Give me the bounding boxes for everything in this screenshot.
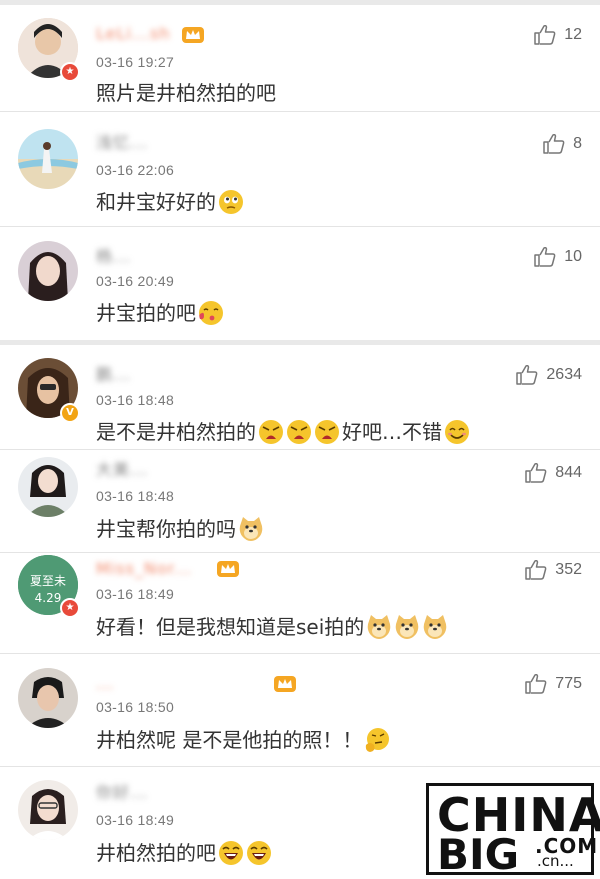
avatar[interactable]: [18, 780, 78, 840]
user-name[interactable]: 浅忆...: [96, 133, 148, 153]
doge-emoji-icon: [395, 615, 419, 639]
comment-time: 03-16 18:48: [96, 392, 175, 408]
comment-time: 03-16 18:49: [96, 812, 175, 828]
comment-text-body: 井宝拍的吧: [96, 301, 196, 325]
user-name[interactable]: 你好...: [96, 783, 148, 803]
verified-badge: ★: [60, 598, 80, 618]
watermark-line2: BIG: [437, 830, 520, 879]
comment-text: 井宝帮你拍的吗: [96, 514, 264, 544]
comment-text-tail: 好吧…不错: [342, 420, 442, 444]
user-name[interactable]: 鹏...: [96, 365, 131, 385]
avatar[interactable]: [18, 668, 78, 728]
comment-item[interactable]: 大美... 03-16 18:48 井宝帮你拍的吗 844: [0, 450, 600, 553]
like-count: 12: [564, 26, 582, 43]
comment-time: 03-16 20:49: [96, 273, 175, 289]
comment-time: 03-16 18:48: [96, 488, 175, 504]
user-name[interactable]: 杨...: [96, 247, 131, 267]
laughing-emoji-icon: [219, 841, 243, 865]
comment-time: 03-16 18:49: [96, 586, 175, 602]
emoji-icon: [219, 190, 243, 214]
comment-text: 是不是井柏然拍的 好吧…不错: [96, 417, 470, 447]
thumb-up-icon: [534, 247, 556, 267]
like-button[interactable]: 10: [534, 247, 582, 267]
avatar[interactable]: [18, 129, 78, 189]
smile-emoji-icon: [445, 420, 469, 444]
thinking-emoji-icon: [366, 728, 390, 752]
like-count: 10: [564, 248, 582, 265]
user-name[interactable]: 大美...: [96, 460, 148, 480]
like-count: 352: [555, 561, 582, 578]
angry-emoji-icon: [259, 420, 283, 444]
comment-item[interactable]: ... 03-16 18:50 井柏然呢 是不是他拍的照！！ 775: [0, 654, 600, 767]
user-name[interactable]: ...: [96, 674, 114, 694]
comment-text: 照片是井柏然拍的吧: [96, 81, 276, 105]
verified-badge: ★: [60, 62, 80, 82]
angry-emoji-icon: [315, 420, 339, 444]
avatar[interactable]: [18, 241, 78, 301]
crown-icon: [182, 27, 204, 43]
doge-emoji-icon: [423, 615, 447, 639]
kiss-emoji-icon: [199, 301, 223, 325]
comment-text: 和井宝好好的: [96, 187, 244, 217]
comment-item[interactable]: 夏至未 4.29 ★ Miss_Nor... 03-16 18:49 好看！但是我…: [0, 553, 600, 654]
comment-time: 03-16 22:06: [96, 162, 175, 178]
user-name[interactable]: LeLi...sh: [96, 24, 171, 44]
angry-emoji-icon: [287, 420, 311, 444]
watermark-cn: .cn...: [537, 852, 574, 870]
comment-text-body: 井宝帮你拍的吗: [96, 517, 236, 541]
avatar-title: 夏至未: [30, 574, 66, 588]
comment-time: 03-16 18:50: [96, 699, 175, 715]
vip-badge: V: [60, 403, 80, 423]
crown-icon: [217, 561, 239, 577]
comment-text-body: 井柏然拍的吧: [96, 841, 216, 865]
comment-item[interactable]: 杨... 03-16 20:49 井宝拍的吧 10: [0, 227, 600, 340]
like-count: 844: [555, 464, 582, 481]
like-button[interactable]: 844: [525, 463, 582, 483]
comment-text: 井柏然拍的吧: [96, 838, 272, 868]
crown-icon: [274, 676, 296, 692]
like-count: 8: [573, 135, 582, 152]
comment-text-body: 和井宝好好的: [96, 190, 216, 214]
thumb-up-icon: [525, 560, 547, 580]
thumb-up-icon: [525, 674, 547, 694]
like-count: 2634: [546, 366, 582, 383]
thumb-up-icon: [543, 134, 565, 154]
thumb-up-icon: [516, 365, 538, 385]
thumb-up-icon: [525, 463, 547, 483]
chinabig-watermark-logo: CHINA BIG .COM .cn...: [426, 783, 600, 879]
doge-emoji-icon: [367, 615, 391, 639]
laughing-emoji-icon: [247, 841, 271, 865]
like-button[interactable]: 8: [543, 134, 582, 154]
like-count: 775: [555, 675, 582, 692]
avatar-date: 4.29: [35, 591, 62, 605]
comment-text-body: 好看！但是我想知道是sei拍的: [96, 615, 365, 639]
comment-time: 03-16 19:27: [96, 54, 175, 70]
comment-text-body: 井柏然呢 是不是他拍的照！！: [96, 728, 363, 752]
comment-text: 好看！但是我想知道是sei拍的: [96, 612, 448, 642]
like-button[interactable]: 352: [525, 560, 582, 580]
avatar[interactable]: [18, 457, 78, 517]
comment-item[interactable]: V 鹏... 03-16 18:48 是不是井柏然拍的 好吧…不错 2634: [0, 345, 600, 450]
like-button[interactable]: 12: [534, 25, 582, 45]
comment-item[interactable]: ★ LeLi...sh 03-16 19:27 照片是井柏然拍的吧 12: [0, 5, 600, 112]
comment-item[interactable]: 浅忆... 03-16 22:06 和井宝好好的 8: [0, 112, 600, 227]
thumb-up-icon: [534, 25, 556, 45]
comment-text: 井柏然呢 是不是他拍的照！！: [96, 725, 390, 755]
doge-emoji-icon: [239, 517, 263, 541]
like-button[interactable]: 2634: [516, 365, 582, 385]
comment-text: 井宝拍的吧: [96, 298, 224, 328]
comment-text-body: 是不是井柏然拍的: [96, 420, 256, 444]
user-name[interactable]: Miss_Nor...: [96, 559, 192, 579]
like-button[interactable]: 775: [525, 674, 582, 694]
